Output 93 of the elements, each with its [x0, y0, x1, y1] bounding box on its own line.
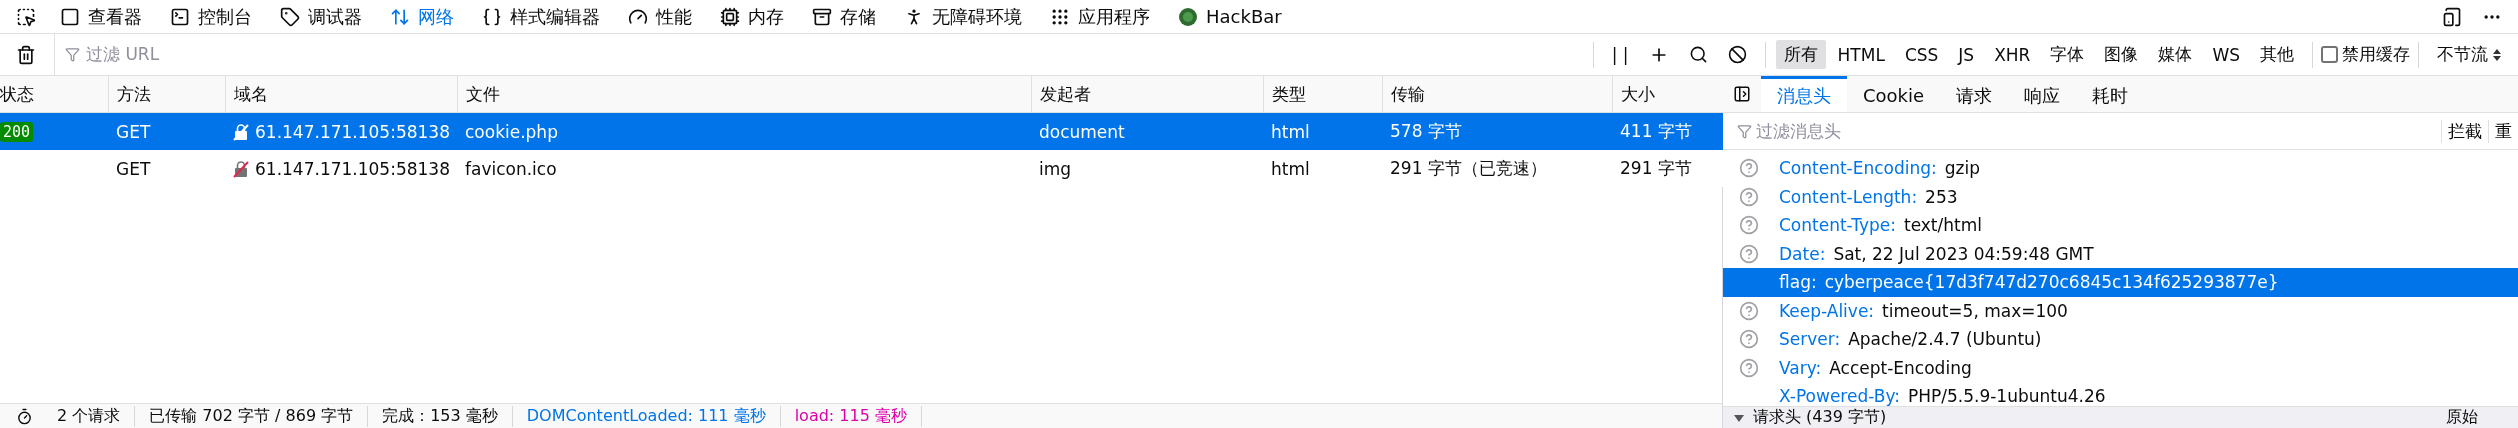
- insecure-lock-icon: [233, 159, 249, 178]
- type-filter-button[interactable]: 图像: [2096, 40, 2147, 69]
- panel-tab[interactable]: 消息头: [1761, 76, 1847, 112]
- chip-icon: [720, 6, 740, 27]
- help-icon[interactable]: [1739, 158, 1759, 179]
- raw-toggle-label[interactable]: 原始: [2446, 407, 2518, 428]
- devtools-tab[interactable]: 存储: [798, 0, 890, 33]
- header-name: X-Powered-By:: [1779, 386, 1900, 406]
- throttle-select[interactable]: 不节流: [2427, 43, 2512, 66]
- panel-tab[interactable]: 响应: [2008, 76, 2077, 112]
- section-title: 请求头 (439 字节): [1753, 407, 1887, 428]
- devtools-tab[interactable]: HackBar: [1164, 0, 1296, 33]
- header-name: Vary:: [1779, 357, 1822, 378]
- collapse-caret-icon[interactable]: [1733, 412, 1745, 423]
- terminal-icon: [170, 6, 190, 27]
- table-cell: cookie.php: [457, 113, 1031, 150]
- column-header[interactable]: 发起者: [1031, 76, 1263, 113]
- header-name: Date:: [1779, 243, 1826, 264]
- filter-icon: [1737, 123, 1752, 139]
- help-icon[interactable]: [1739, 243, 1759, 264]
- devtools-tab[interactable]: 网络: [376, 0, 468, 33]
- devtools-tab[interactable]: 调试器: [266, 0, 376, 33]
- panel-tab[interactable]: Cookie: [1847, 76, 1941, 112]
- devtools-tab[interactable]: 应用程序: [1036, 0, 1164, 33]
- ball-logo-icon: [1178, 6, 1198, 27]
- header-value: 253: [1925, 186, 1958, 207]
- type-filter-button[interactable]: XHR: [1986, 41, 2039, 68]
- header-value: gzip: [1944, 158, 1981, 179]
- status-text: 2 个请求: [43, 405, 136, 427]
- type-filter-button[interactable]: 所有: [1775, 40, 1826, 69]
- up-down-caret-icon: [2492, 47, 2502, 62]
- help-icon[interactable]: [1739, 300, 1759, 321]
- tag-icon: [280, 6, 300, 27]
- header-name: Keep-Alive:: [1779, 300, 1875, 321]
- header-name: Server:: [1779, 329, 1841, 350]
- header-value: text/html: [1903, 215, 1982, 236]
- toolbar-button[interactable]: 拦截: [2441, 119, 2488, 143]
- header-name: Content-Encoding:: [1779, 158, 1937, 179]
- devtools-tab[interactable]: 无障碍环境: [890, 0, 1036, 33]
- insecure-lock-icon: [233, 122, 249, 141]
- status-text: 已传输 702 字节 / 869 字节: [135, 405, 369, 427]
- column-header[interactable]: 域名: [225, 76, 457, 113]
- type-filter-button[interactable]: CSS: [1896, 41, 1947, 68]
- header-value: timeout=5, max=100: [1882, 300, 2068, 321]
- panel-tab[interactable]: 请求: [1940, 76, 2009, 112]
- table-cell: html: [1263, 113, 1382, 150]
- column-header[interactable]: 文件: [457, 76, 1031, 113]
- checkbox-label: 禁用缓存: [2342, 43, 2410, 66]
- type-filter-button[interactable]: WS: [2204, 41, 2248, 68]
- devtools-tab[interactable]: 样式编辑器: [468, 0, 614, 33]
- checkbox[interactable]: [2321, 46, 2338, 63]
- devtools-tab[interactable]: 性能: [614, 0, 706, 33]
- status-text: load: 115 毫秒: [780, 405, 922, 427]
- header-value: Accept-Encoding: [1829, 357, 1972, 378]
- devtools-tab[interactable]: 控制台: [156, 0, 266, 33]
- column-header[interactable]: 传输: [1382, 76, 1612, 113]
- table-cell: 411 字节: [1612, 113, 1723, 150]
- type-filter-button[interactable]: 字体: [2042, 40, 2093, 69]
- table-cell: document: [1031, 113, 1263, 150]
- status-text: DOMContentLoaded: 111 毫秒: [512, 405, 781, 427]
- devtools-tab[interactable]: 查看器: [46, 0, 156, 33]
- column-header[interactable]: 大小: [1612, 76, 1723, 113]
- type-filter-button[interactable]: JS: [1950, 41, 1983, 68]
- table-cell: GET: [108, 113, 225, 150]
- column-header[interactable]: 类型: [1263, 76, 1382, 113]
- column-header[interactable]: 状态: [0, 76, 108, 113]
- header-value: Apache/2.4.7 (Ubuntu): [1848, 329, 2042, 350]
- header-value: Sat, 22 Jul 2023 04:59:48 GMT: [1833, 243, 2094, 264]
- header-name: flag:: [1779, 272, 1817, 293]
- toolbar-button[interactable]: 重: [2488, 119, 2518, 143]
- help-icon[interactable]: [1739, 357, 1759, 378]
- type-filter-button[interactable]: 其他: [2252, 40, 2302, 69]
- status-badge: 200: [0, 121, 34, 142]
- archive-icon: [812, 6, 832, 27]
- square-icon: [60, 6, 80, 27]
- header-value: PHP/5.5.9-1ubuntu4.26: [1907, 386, 2106, 406]
- braces-icon: [482, 6, 502, 27]
- devtools-tab[interactable]: 内存: [706, 0, 798, 33]
- type-filter-button[interactable]: 媒体: [2150, 40, 2201, 69]
- pause-button[interactable]: | |: [1601, 44, 1639, 65]
- filter-icon: [65, 47, 80, 62]
- table-cell: 578 字节: [1382, 113, 1612, 150]
- table-cell: 61.147.171.105:58138: [255, 121, 450, 142]
- status-text: 完成：153 毫秒: [368, 405, 513, 427]
- help-icon[interactable]: [1739, 215, 1759, 236]
- column-header[interactable]: 方法: [108, 76, 225, 113]
- help-icon[interactable]: [1739, 186, 1759, 207]
- type-filter-button[interactable]: HTML: [1829, 41, 1893, 68]
- header-name: Content-Length:: [1779, 186, 1918, 207]
- help-icon[interactable]: [1739, 329, 1759, 350]
- panel-tab[interactable]: 耗时: [2076, 76, 2145, 112]
- header-name: Content-Type:: [1779, 215, 1896, 236]
- table-cell: 61.147.171.105:58138: [255, 158, 450, 179]
